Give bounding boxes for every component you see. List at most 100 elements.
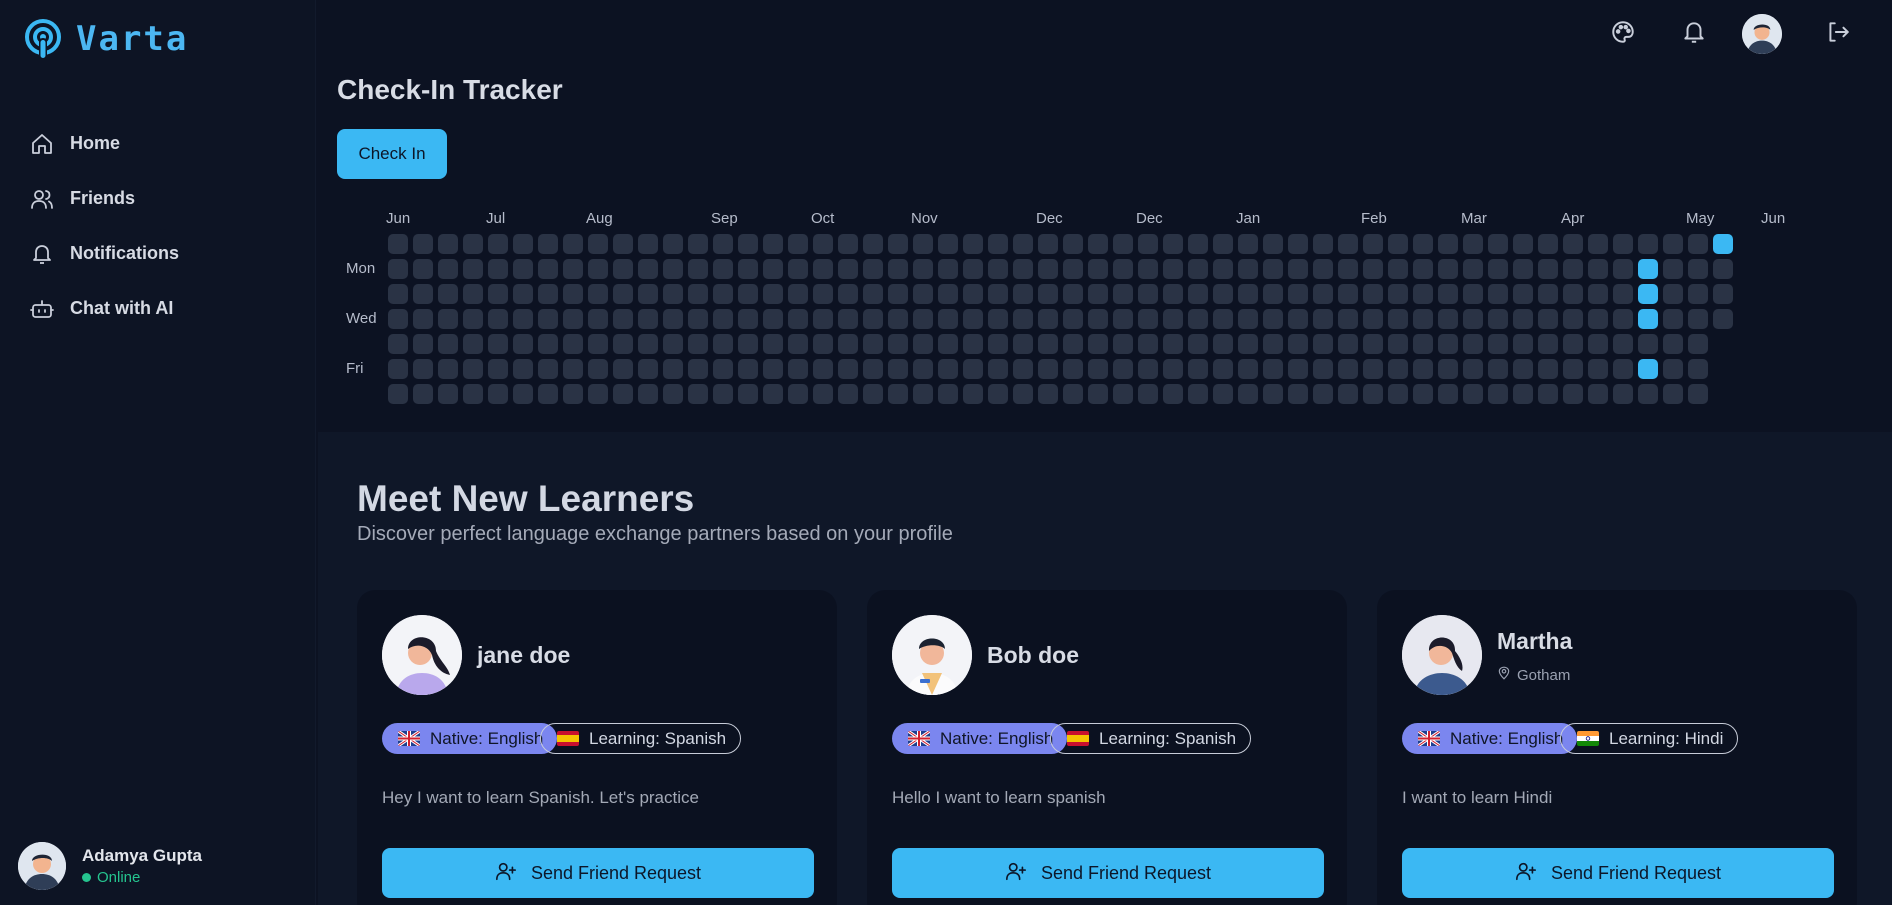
check-in-cell: [1138, 309, 1158, 329]
check-in-heatmap: Jun Jul Aug Sep Oct Nov Dec Dec Jan Feb Mar Apr May J…: [340, 210, 1785, 410]
sidebar-nav: Home Friends Notifications Chat with AI: [30, 116, 290, 336]
check-in-cell: [838, 359, 858, 379]
check-in-cell: [1338, 259, 1358, 279]
notifications-bell-icon[interactable]: [1676, 14, 1712, 50]
check-in-cell: [513, 309, 533, 329]
check-in-cell: [1588, 259, 1608, 279]
month-label: Nov: [911, 210, 938, 227]
check-in-cell: [438, 284, 458, 304]
send-friend-request-button[interactable]: Send Friend Request: [1402, 848, 1834, 898]
check-in-cell: [588, 309, 608, 329]
sidebar-item-home[interactable]: Home: [30, 116, 290, 171]
check-in-cell: [1663, 384, 1683, 404]
check-in-cell: [713, 284, 733, 304]
month-label: Aug: [586, 210, 613, 227]
check-in-cell: [1038, 259, 1058, 279]
check-in-cell: [763, 384, 783, 404]
check-in-cell: [413, 234, 433, 254]
check-in-cell: [713, 384, 733, 404]
sidebar-item-friends[interactable]: Friends: [30, 171, 290, 226]
sidebar-item-label: Home: [70, 133, 121, 153]
native-language-label: Native: English: [940, 728, 1054, 748]
check-in-cell: [613, 309, 633, 329]
check-in-cell: [813, 309, 833, 329]
send-friend-request-label: Send Friend Request: [1040, 862, 1212, 883]
user-plus-icon: [1515, 860, 1537, 887]
check-in-cell: [1013, 234, 1033, 254]
check-in-cell: [688, 284, 708, 304]
month-label: Dec: [1036, 210, 1063, 227]
check-in-cell: [1138, 234, 1158, 254]
check-in-cell: [738, 384, 758, 404]
check-in-cell: [1488, 359, 1508, 379]
month-label: Mar: [1461, 210, 1487, 227]
check-in-cell: [1163, 284, 1183, 304]
palette-icon[interactable]: [1605, 14, 1641, 50]
check-in-cell: [588, 284, 608, 304]
send-friend-request-button[interactable]: Send Friend Request: [382, 848, 814, 898]
check-in-cell: [438, 309, 458, 329]
check-in-cell: [1188, 259, 1208, 279]
check-in-cell: [1513, 259, 1533, 279]
check-in-cell: [813, 284, 833, 304]
check-in-cell: [1088, 359, 1108, 379]
current-user[interactable]: Adamya Gupta Online: [18, 842, 202, 890]
header-avatar[interactable]: [1742, 14, 1782, 54]
check-in-button[interactable]: Check In: [337, 129, 447, 179]
check-in-cell: [463, 259, 483, 279]
check-in-cell: [763, 284, 783, 304]
check-in-cell: [788, 384, 808, 404]
check-in-cell: [413, 284, 433, 304]
check-in-cell: [1513, 334, 1533, 354]
check-in-cell: [438, 334, 458, 354]
check-in-cell: [1163, 259, 1183, 279]
check-in-cell: [1038, 334, 1058, 354]
check-in-cell: [1338, 384, 1358, 404]
sidebar-item-chat-with-ai[interactable]: Chat with AI: [30, 281, 290, 336]
check-in-cell: [1363, 384, 1383, 404]
sidebar-item-label: Friends: [70, 188, 136, 208]
check-in-cell: [1688, 309, 1708, 329]
check-in-cell: [1413, 259, 1433, 279]
logout-icon[interactable]: [1820, 14, 1856, 50]
sidebar-item-label: Chat with AI: [70, 298, 174, 318]
check-in-cell: [988, 359, 1008, 379]
sidebar-item-notifications[interactable]: Notifications: [30, 226, 290, 281]
check-in-cell: [1613, 259, 1633, 279]
send-friend-request-button[interactable]: Send Friend Request: [892, 848, 1324, 898]
brand[interactable]: Varta: [24, 18, 188, 60]
check-in-cell: [963, 259, 983, 279]
check-in-cell: [488, 234, 508, 254]
check-in-cell: [863, 259, 883, 279]
native-language-badge: Native: English: [382, 723, 558, 754]
check-in-cell: [488, 334, 508, 354]
check-in-cell: [1163, 309, 1183, 329]
check-in-cell: [1538, 359, 1558, 379]
check-in-cell: [1013, 359, 1033, 379]
check-in-cell: [1238, 309, 1258, 329]
check-in-cell: [538, 359, 558, 379]
check-in-cell: [688, 384, 708, 404]
check-in-cell: [613, 234, 633, 254]
native-language-label: Native: English: [430, 728, 544, 748]
check-in-cell: [1688, 334, 1708, 354]
uk-flag-icon: [398, 731, 420, 746]
tracker-title: Check-In Tracker: [337, 74, 563, 105]
check-in-cell: [1288, 234, 1308, 254]
check-in-cell: [1063, 359, 1083, 379]
check-in-cell: [1588, 334, 1608, 354]
check-in-cell: [538, 384, 558, 404]
check-in-cell: [663, 284, 683, 304]
check-in-cell: [488, 309, 508, 329]
check-in-cell: [1563, 259, 1583, 279]
check-in-cell: [663, 334, 683, 354]
check-in-cell: [1188, 309, 1208, 329]
check-in-cell: [1463, 359, 1483, 379]
learner-bio: Hello I want to learn spanish: [892, 788, 1106, 807]
check-in-cell: [713, 309, 733, 329]
check-in-cell: [1113, 334, 1133, 354]
check-in-cell: [588, 359, 608, 379]
check-in-cell: [1613, 359, 1633, 379]
check-in-cell: [788, 234, 808, 254]
check-in-cell: [1488, 284, 1508, 304]
